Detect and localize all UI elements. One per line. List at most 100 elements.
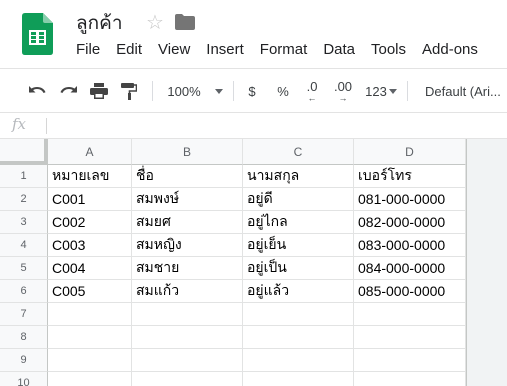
cell-b9[interactable] <box>132 349 243 372</box>
row-header-9[interactable]: 9 <box>0 349 48 372</box>
menu-file[interactable]: File <box>76 41 100 58</box>
increase-decimal-button[interactable]: .00 → <box>330 69 356 113</box>
menu-edit[interactable]: Edit <box>116 41 142 58</box>
toolbar: 100% $ % .0 ← .00 → 123 Default (Ari... <box>0 68 507 112</box>
cell-a8[interactable] <box>48 326 132 349</box>
paint-format-button[interactable] <box>117 69 141 113</box>
star-icon[interactable]: ☆ <box>146 10 164 35</box>
menu-view[interactable]: View <box>158 41 190 58</box>
cell-d7[interactable] <box>354 303 466 326</box>
cell-b10[interactable] <box>132 372 243 386</box>
folder-icon[interactable] <box>175 14 195 30</box>
cell-c8[interactable] <box>243 326 354 349</box>
cell-a6[interactable]: C005 <box>48 280 132 303</box>
font-select[interactable]: Default (Ari... <box>418 69 507 113</box>
row-header-6[interactable]: 6 <box>0 280 48 303</box>
row-header-1[interactable]: 1 <box>0 165 48 188</box>
currency-label: $ <box>248 83 256 99</box>
cell-b4[interactable]: สมหญิง <box>132 234 243 257</box>
cell-c3[interactable]: อยู่ไกล <box>243 211 354 234</box>
menu-insert[interactable]: Insert <box>206 41 244 58</box>
cell-b5[interactable]: สมชาย <box>132 257 243 280</box>
cell-d4[interactable]: 083-000-0000 <box>354 234 466 257</box>
row-header-7[interactable]: 7 <box>0 303 48 326</box>
increase-decimal-label: .00 <box>333 78 353 94</box>
menu-add-ons[interactable]: Add-ons <box>422 41 478 58</box>
undo-icon <box>29 86 46 93</box>
formula-bar: fx <box>0 112 507 139</box>
formula-separator <box>46 118 47 134</box>
cell-d3[interactable]: 082-000-0000 <box>354 211 466 234</box>
cell-a2[interactable]: C001 <box>48 188 132 211</box>
cell-d1[interactable]: เบอร์โทร <box>354 165 466 188</box>
arrow-left-icon: ← <box>307 92 317 103</box>
undo-button[interactable] <box>26 69 50 113</box>
cell-d2[interactable]: 081-000-0000 <box>354 188 466 211</box>
currency-button[interactable]: $ <box>243 69 261 113</box>
chevron-down-icon <box>388 88 397 94</box>
redo-button[interactable] <box>56 69 80 113</box>
cell-b1[interactable]: ชื่อ <box>132 165 243 188</box>
print-button[interactable] <box>87 69 111 113</box>
menu-data[interactable]: Data <box>323 41 355 58</box>
column-header-d[interactable]: D <box>354 139 466 165</box>
decrease-decimal-label: .0 <box>306 78 318 94</box>
row-header-8[interactable]: 8 <box>0 326 48 349</box>
menu-format[interactable]: Format <box>260 41 308 58</box>
redo-icon <box>60 86 77 93</box>
formula-input[interactable] <box>52 113 507 138</box>
sheets-app: ลูกค้า ☆ File Edit View Insert Format Da… <box>0 0 507 386</box>
cell-c1[interactable]: นามสกุล <box>243 165 354 188</box>
cell-c7[interactable] <box>243 303 354 326</box>
font-label: Default (Ari... <box>425 83 501 99</box>
row-header-2[interactable]: 2 <box>0 188 48 211</box>
cell-d10[interactable] <box>354 372 466 386</box>
cell-a3[interactable]: C002 <box>48 211 132 234</box>
cell-d5[interactable]: 084-000-0000 <box>354 257 466 280</box>
cell-b2[interactable]: สมพงษ์ <box>132 188 243 211</box>
cell-d9[interactable] <box>354 349 466 372</box>
zoom-select[interactable]: 100% <box>163 69 227 113</box>
decrease-decimal-button[interactable]: .0 ← <box>300 69 324 113</box>
cell-d6[interactable]: 085-000-0000 <box>354 280 466 303</box>
column-header-c[interactable]: C <box>243 139 354 165</box>
arrow-right-icon: → <box>338 92 348 103</box>
cell-c9[interactable] <box>243 349 354 372</box>
cell-b3[interactable]: สมยศ <box>132 211 243 234</box>
cell-d8[interactable] <box>354 326 466 349</box>
cell-b8[interactable] <box>132 326 243 349</box>
cell-a10[interactable] <box>48 372 132 386</box>
row-header-5[interactable]: 5 <box>0 257 48 280</box>
function-icon: fx <box>12 115 27 133</box>
cell-c4[interactable]: อยู่เย็น <box>243 234 354 257</box>
row-header-4[interactable]: 4 <box>0 234 48 257</box>
select-all-corner[interactable] <box>0 139 48 165</box>
cell-c6[interactable]: อยู่แล้ว <box>243 280 354 303</box>
zoom-value: 100% <box>167 83 201 99</box>
percent-button[interactable]: % <box>274 69 292 113</box>
more-formats-select[interactable]: 123 <box>362 69 400 113</box>
cell-a7[interactable] <box>48 303 132 326</box>
header: ลูกค้า ☆ File Edit View Insert Format Da… <box>0 0 507 68</box>
cell-a4[interactable]: C003 <box>48 234 132 257</box>
cell-c2[interactable]: อยู่ดี <box>243 188 354 211</box>
sheets-logo-icon[interactable] <box>22 13 53 55</box>
cell-a5[interactable]: C004 <box>48 257 132 280</box>
toolbar-separator <box>233 81 234 101</box>
toolbar-separator <box>152 81 153 101</box>
grid-empty-area <box>466 139 507 386</box>
cell-c5[interactable]: อยู่เป็น <box>243 257 354 280</box>
cell-a1[interactable]: หมายเลข <box>48 165 132 188</box>
percent-label: % <box>277 83 289 99</box>
cell-b6[interactable]: สมแก้ว <box>132 280 243 303</box>
row-header-3[interactable]: 3 <box>0 211 48 234</box>
cell-a9[interactable] <box>48 349 132 372</box>
column-header-a[interactable]: A <box>48 139 132 165</box>
row-header-10[interactable]: 10 <box>0 372 48 386</box>
document-title[interactable]: ลูกค้า <box>76 8 123 38</box>
cell-b7[interactable] <box>132 303 243 326</box>
menu-bar: File Edit View Insert Format Data Tools … <box>76 41 494 58</box>
column-header-b[interactable]: B <box>132 139 243 165</box>
cell-c10[interactable] <box>243 372 354 386</box>
menu-tools[interactable]: Tools <box>371 41 406 58</box>
